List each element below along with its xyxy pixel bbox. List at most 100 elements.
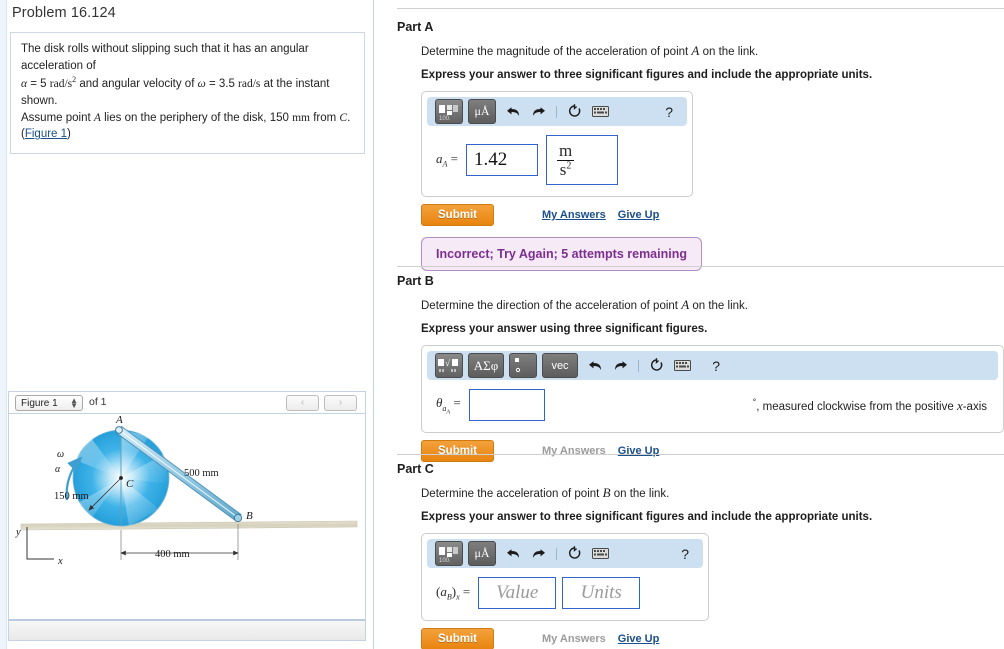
keyboard-icon[interactable]: [592, 106, 609, 117]
part-b-give-up-link[interactable]: Give Up: [618, 445, 660, 457]
alpha-value: = 5: [30, 78, 47, 91]
divider-part-c: [397, 454, 1004, 455]
help-icon[interactable]: ?: [712, 358, 988, 374]
part-c-var-sub2: x: [456, 592, 460, 602]
math-template-button[interactable]: 100.: [435, 99, 463, 124]
vector-button[interactable]: vec: [542, 353, 578, 378]
part-b-title: Part B: [397, 274, 434, 288]
part-a-button-row: Submit My Answers Give Up: [421, 204, 1004, 226]
math-template-button[interactable]: 100.: [435, 541, 463, 566]
part-a-value-text: 1.42: [473, 149, 508, 170]
left-panel: Problem 16.124 The disk rolls without sl…: [0, 0, 374, 649]
part-b-value-input[interactable]: [468, 389, 545, 421]
undo-icon[interactable]: [588, 359, 603, 372]
redo-icon[interactable]: [613, 359, 628, 372]
help-icon[interactable]: ?: [665, 104, 677, 120]
figure-1-link[interactable]: Figure 1: [25, 128, 67, 140]
part-a-unit-denominator: s2: [556, 159, 575, 179]
reset-icon[interactable]: [567, 546, 582, 561]
svg-text:√: √: [445, 358, 450, 368]
part-b-my-answers-link: My Answers: [541, 445, 606, 457]
part-c-question-var: B: [602, 485, 611, 500]
units-button[interactable]: μÅ: [468, 99, 496, 124]
exponent-button[interactable]: [509, 353, 537, 378]
figure-label-C: C: [126, 478, 134, 490]
part-c-units-placeholder: Units: [580, 582, 622, 603]
reset-icon[interactable]: [649, 358, 664, 373]
units-button-label: μÅ: [474, 104, 490, 118]
figure-panel-footer: [9, 619, 365, 640]
point-c-label: C: [339, 111, 348, 124]
part-c-question-pre: Determine the acceleration of point: [421, 488, 600, 500]
figure-select-value: Figure 1: [21, 398, 58, 409]
alpha-units: rad/s: [49, 78, 73, 91]
reset-icon[interactable]: [567, 104, 582, 119]
figure-label-B: B: [246, 510, 253, 522]
part-c-units-input[interactable]: Units: [562, 577, 641, 609]
part-b-question-post: on the link.: [692, 300, 748, 312]
part-c-title: Part C: [397, 462, 434, 476]
figure-dim-radius: 150 mm: [54, 491, 89, 502]
part-a-title: Part A: [397, 20, 434, 34]
part-b-submit-button[interactable]: Submit: [421, 440, 494, 462]
divider-top: [397, 8, 1004, 9]
right-panel: Part A Determine the magnitude of the ac…: [375, 0, 1004, 649]
part-c-value-input[interactable]: Value: [478, 577, 557, 609]
left-rail: [0, 0, 7, 649]
part-a-units-input[interactable]: m s2: [545, 135, 618, 185]
part-b-suffix: °, measured clockwise from the positive …: [753, 397, 993, 414]
toolbar-separator: [638, 359, 639, 372]
omega-value: = 3.5: [208, 78, 235, 91]
math-template-button[interactable]: √: [435, 353, 463, 378]
help-icon[interactable]: ?: [681, 546, 693, 562]
vector-button-label: vec: [551, 359, 569, 372]
statement-period: .: [347, 111, 351, 124]
redo-icon[interactable]: [531, 547, 546, 560]
part-a-value-input[interactable]: 1.42: [465, 144, 538, 176]
part-b-variable-label: θaA =: [436, 395, 461, 415]
undo-icon[interactable]: [506, 105, 521, 118]
part-c-section: Part C Determine the acceleration of poi…: [397, 462, 1004, 649]
chevron-updown-icon: ▲ ▼: [70, 396, 78, 410]
part-a-unit-numerator: m: [558, 140, 573, 160]
problem-page: Problem 16.124 The disk rolls without sl…: [0, 0, 1004, 649]
part-a-units-fraction: m s2: [556, 140, 575, 179]
part-a-variable-label: aA =: [436, 151, 458, 169]
toolbar-separator: [556, 547, 557, 560]
part-b-instruction: Express your answer using three signific…: [421, 323, 708, 335]
part-a-question-var: A: [691, 43, 700, 58]
units-button[interactable]: μÅ: [468, 541, 496, 566]
point-a-label: A: [93, 111, 101, 124]
units-button-label: μÅ: [474, 546, 490, 560]
part-c-value-placeholder: Value: [496, 582, 539, 603]
greek-symbols-button[interactable]: ΑΣφ: [468, 353, 504, 378]
part-b-toolbar: √ ΑΣφ vec ?: [427, 351, 998, 380]
part-c-submit-button[interactable]: Submit: [421, 628, 494, 649]
part-a-my-answers-link[interactable]: My Answers: [542, 209, 606, 221]
disk-link-diagram: A B C ω α 150 mm 500 mm 400 mm y x: [15, 414, 358, 567]
figure-select[interactable]: Figure 1 ▲ ▼: [15, 395, 83, 411]
part-b-question-var: A: [681, 297, 690, 312]
part-c-give-up-link[interactable]: Give Up: [618, 633, 660, 645]
keyboard-icon[interactable]: [674, 360, 691, 371]
part-c-answer-box: 100. μÅ ? (aB)x = Value Units: [421, 533, 709, 621]
statement-line-3c: from: [313, 111, 337, 124]
figure-label-omega: ω: [57, 449, 64, 460]
part-b-var-sub: aA: [442, 404, 450, 416]
redo-icon[interactable]: [531, 105, 546, 118]
figure-prev-button[interactable]: ‹: [286, 395, 319, 411]
figure-panel: Figure 1 ▲ ▼ of 1 ‹ › A B C ω α 150 mm 5…: [8, 391, 366, 641]
figure-next-button[interactable]: ›: [324, 395, 357, 411]
undo-icon[interactable]: [506, 547, 521, 560]
alpha-symbol: α: [21, 78, 28, 91]
part-a-give-up-link[interactable]: Give Up: [618, 209, 660, 221]
part-b-suffix-text: , measured clockwise from the positive: [756, 400, 954, 413]
part-a-instruction: Express your answer to three significant…: [421, 69, 873, 81]
part-b-button-row: Submit My Answers Give Up: [421, 440, 1004, 462]
part-a-submit-button[interactable]: Submit: [421, 204, 494, 226]
part-a-var-sub: A: [442, 159, 448, 169]
part-a-equals: =: [450, 151, 458, 167]
toolbar-separator: [556, 105, 557, 118]
part-c-toolbar: 100. μÅ ?: [427, 539, 703, 568]
keyboard-icon[interactable]: [592, 548, 609, 559]
